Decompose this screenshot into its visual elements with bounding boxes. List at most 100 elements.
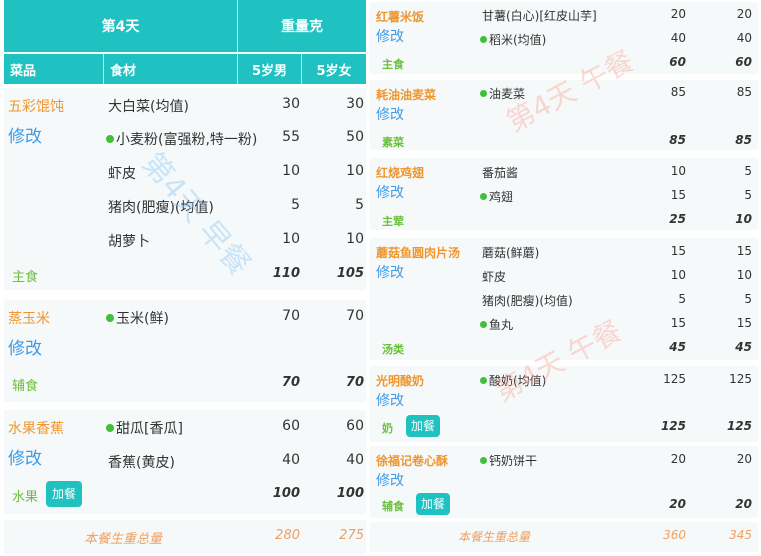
dish-block: 耗油油麦菜 修改 油麦菜 85 85 素菜 85 85 (370, 80, 758, 150)
weight-girl: 10 (346, 231, 364, 247)
category-label: 汤类 (382, 343, 404, 356)
ingredient-label: 小麦粉(富强粉,特一粉) (116, 132, 258, 148)
weight-girl: 70 (346, 308, 364, 324)
ingredient-name: 猪肉(肥瘦)(均值) (108, 200, 214, 216)
ingredient-name: 稻米(均值) (480, 31, 546, 48)
weight-girl: 10 (736, 268, 752, 282)
ingredient-label: 稻米(均值) (489, 33, 547, 47)
meal-total-girl: 275 (339, 528, 364, 543)
weight-boy: 30 (282, 96, 300, 112)
meal-total-row: 本餐生重总量 360 345 (370, 522, 758, 552)
weight-girl: 5 (355, 197, 364, 213)
category-label: 素菜 (382, 136, 404, 149)
dish-name: 五彩馄饨 (8, 99, 64, 115)
weight-girl: 60 (346, 418, 364, 434)
edit-link[interactable]: 修改 (376, 262, 404, 282)
edit-link[interactable]: 修改 (376, 182, 404, 202)
category-label: 主食 (382, 58, 404, 71)
edit-link[interactable]: 修改 (376, 470, 404, 490)
table-header-top: 第4天 重量克 (4, 0, 366, 52)
weight-girl: 20 (736, 7, 752, 21)
total-boy: 85 (669, 133, 686, 147)
total-boy: 60 (669, 55, 686, 69)
total-girl: 20 (735, 497, 752, 511)
primary-ingredient-dot-icon (480, 321, 487, 328)
ingredient-name: 香蕉(黄皮) (108, 455, 175, 471)
edit-link[interactable]: 修改 (8, 444, 42, 469)
weight-girl: 15 (736, 244, 752, 258)
weight-boy: 15 (670, 316, 686, 330)
total-boy: 100 (272, 486, 300, 501)
ingredient-name: 番茄酱 (482, 166, 519, 180)
ingredient-label: 鱼丸 (489, 318, 514, 332)
weight-boy: 10 (282, 231, 300, 247)
dish-name: 光明酸奶 (376, 374, 425, 388)
ingredient-name: 虾皮 (108, 166, 136, 182)
ingredient-name: 猪肉(肥瘦)(均值) (482, 294, 573, 308)
ingredient-label: 甜瓜[香瓜] (116, 421, 183, 437)
weight-boy: 40 (670, 31, 686, 45)
col-girl-label: 5岁女 (316, 63, 352, 79)
weight-boy: 55 (282, 129, 300, 145)
ingredient-name: 甜瓜[香瓜] (106, 418, 183, 438)
edit-link[interactable]: 修改 (8, 122, 42, 147)
ingredient-name: 胡萝卜 (108, 234, 150, 250)
day-header-cell: 第4天 (4, 0, 238, 52)
weight-boy: 70 (282, 308, 300, 324)
weight-boy: 40 (282, 452, 300, 468)
add-meal-button[interactable]: 加餐 (46, 481, 82, 507)
col-boy-cell: 5岁男 (238, 54, 302, 84)
col-boy-label: 5岁男 (251, 63, 288, 79)
col-girl-cell: 5岁女 (302, 54, 366, 84)
weight-girl: 10 (346, 163, 364, 179)
weight-boy: 60 (282, 418, 300, 434)
add-meal-button[interactable]: 加餐 (406, 415, 440, 437)
meal-total-boy: 360 (663, 528, 686, 542)
edit-link[interactable]: 修改 (376, 104, 404, 124)
col-ingredient-label: 食材 (110, 63, 137, 79)
dish-block: 五彩馄饨 修改 大白菜(均值) 30 30 小麦粉(富强粉,特一粉) 55 50… (4, 88, 366, 290)
dish-name: 耗油油麦菜 (376, 88, 437, 102)
meal-total-label: 本餐生重总量 (84, 532, 163, 547)
total-girl: 60 (735, 55, 752, 69)
dish-block: 蘑菇鱼圆肉片汤 修改 蘑菇(鲜蘑) 15 15 虾皮 10 10 猪肉(肥瘦)(… (370, 238, 758, 360)
weight-girl: 15 (736, 316, 752, 330)
ingredient-name: 大白菜(均值) (108, 99, 189, 115)
category-label: 主荤 (382, 215, 404, 228)
dish-block: 光明酸奶 修改 酸奶(均值) 125 125 奶 加餐 125 125 (370, 366, 758, 442)
weight-girl: 125 (729, 372, 752, 386)
category-label: 辅食 (382, 500, 404, 513)
total-boy: 45 (669, 340, 686, 354)
weight-boy: 10 (670, 164, 686, 178)
edit-link[interactable]: 修改 (376, 390, 404, 410)
weight-header: 重量克 (281, 19, 323, 35)
total-boy: 20 (669, 497, 686, 511)
ingredient-label: 钙奶饼干 (489, 454, 538, 468)
table-header-columns: 菜品 食材 5岁男 5岁女 (4, 54, 366, 84)
ingredient-label: 玉米(鲜) (116, 311, 169, 327)
category-label: 奶 (382, 422, 393, 435)
day-title: 第4天 (101, 19, 140, 35)
dish-name: 红薯米饭 (376, 10, 425, 24)
weight-girl: 5 (744, 164, 752, 178)
dish-block: 蒸玉米 修改 玉米(鲜) 70 70 辅食 70 70 (4, 300, 366, 402)
edit-link[interactable]: 修改 (8, 334, 42, 359)
dish-block: 徐福记卷心酥 修改 钙奶饼干 20 20 辅食 加餐 20 20 (370, 446, 758, 518)
meal-total-boy: 280 (275, 528, 300, 543)
weight-girl: 40 (736, 31, 752, 45)
primary-ingredient-dot-icon (480, 377, 487, 384)
weight-girl: 5 (744, 188, 752, 202)
ingredient-name: 小麦粉(富强粉,特一粉) (106, 129, 257, 149)
edit-link[interactable]: 修改 (376, 26, 404, 46)
total-boy: 110 (272, 266, 300, 281)
col-dish-label: 菜品 (10, 63, 37, 79)
ingredient-name: 鱼丸 (480, 316, 513, 333)
ingredient-name: 鸡翅 (480, 188, 513, 205)
dish-name: 蒸玉米 (8, 311, 50, 327)
ingredient-label: 油麦菜 (489, 87, 526, 101)
dish-name: 徐福记卷心酥 (376, 454, 449, 468)
add-meal-button[interactable]: 加餐 (416, 493, 450, 515)
ingredient-label: 鸡翅 (489, 190, 514, 204)
dish-name: 蘑菇鱼圆肉片汤 (376, 246, 461, 260)
weight-boy: 15 (670, 244, 686, 258)
